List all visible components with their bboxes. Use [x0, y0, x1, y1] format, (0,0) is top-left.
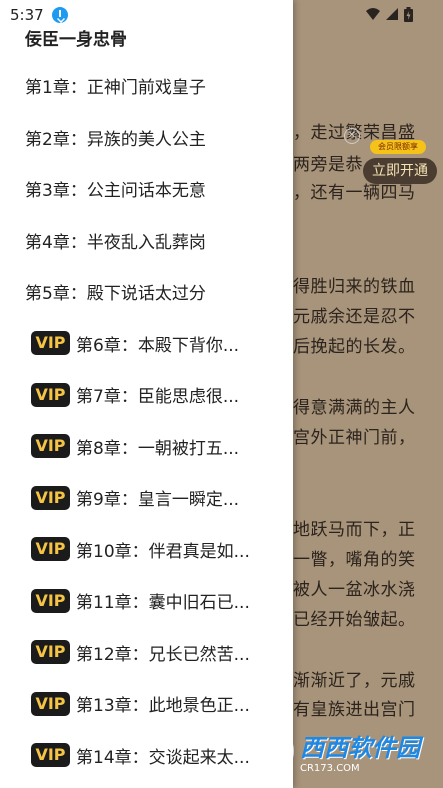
- chapter-list: 第1章：正神门前戏皇子 第2章：异族的美人公主 第3章：公主问话本无意 第4章：半夜乱…: [0, 60, 293, 781]
- reader-line: 有皇族进出宫门: [293, 700, 416, 720]
- chapter-label: 第5章：殿下说话太过分: [25, 284, 206, 305]
- vip-badge: VIP: [31, 537, 70, 562]
- chapter-label: 第7章：臣能思虑很...: [76, 387, 240, 408]
- chapter-item[interactable]: VIP 第8章：一朝被打五...: [0, 421, 293, 473]
- chapter-label: 第13章：此地景色正...: [76, 696, 250, 717]
- signal-icon: [386, 8, 398, 20]
- reader-line: 被人一盆冰水浇: [293, 580, 416, 600]
- vip-badge: VIP: [31, 743, 70, 768]
- status-icons: [293, 0, 443, 28]
- close-icon[interactable]: ✕: [344, 128, 360, 144]
- watermark-title: 西西软件园: [300, 734, 420, 762]
- reader-line: 已经开始皱起。: [293, 610, 416, 630]
- vip-badge: VIP: [31, 485, 70, 510]
- download-icon: [51, 7, 68, 23]
- wifi-icon: [366, 8, 380, 20]
- reader-line: 得意满满的主人: [293, 398, 416, 418]
- chapter-label: 第14章：交谈起来太...: [76, 747, 250, 768]
- reader-line: 地跃马而下，正: [293, 520, 416, 540]
- chapter-item[interactable]: VIP 第11章：囊中旧石已...: [0, 575, 293, 627]
- vip-badge: VIP: [31, 434, 70, 459]
- reader-line: 一瞥，嘴角的笑: [293, 550, 416, 570]
- chapter-item[interactable]: VIP 第13章：此地景色正...: [0, 678, 293, 730]
- chapter-item[interactable]: VIP 第12章：兄长已然苦...: [0, 627, 293, 679]
- chapter-item[interactable]: VIP 第6章：本殿下背你...: [0, 318, 293, 370]
- watermark-sub: CR173.COM: [300, 763, 360, 774]
- chapter-item[interactable]: VIP 第14章：交谈起来太...: [0, 730, 293, 782]
- chapter-label: 第9章：皇言一瞬定...: [76, 490, 240, 511]
- chapter-item[interactable]: 第1章：正神门前戏皇子: [0, 60, 293, 112]
- reader-line: 元戚余还是忍不: [293, 307, 416, 327]
- chapter-label: 第1章：正神门前戏皇子: [25, 78, 206, 99]
- status-bar-left: 5:37: [10, 4, 68, 26]
- chapter-item[interactable]: 第5章：殿下说话太过分: [0, 266, 293, 318]
- status-time: 5:37: [10, 6, 44, 24]
- reader-line: 两旁是恭: [293, 155, 363, 175]
- vip-badge: VIP: [31, 640, 70, 665]
- vip-badge: VIP: [31, 331, 70, 356]
- chapter-label: 第2章：异族的美人公主: [25, 129, 206, 150]
- chapter-label: 第8章：一朝被打五...: [76, 438, 240, 459]
- vip-badge: VIP: [31, 691, 70, 716]
- reader-line: 后挽起的长发。: [293, 337, 416, 357]
- chapter-label: 第11章：囊中旧石已...: [76, 593, 250, 614]
- vip-badge: VIP: [31, 382, 70, 407]
- book-title: 佞臣一身忠骨: [25, 30, 127, 50]
- chapter-label: 第4章：半夜乱入乱葬岗: [25, 232, 206, 253]
- chapter-label: 第12章：兄长已然苦...: [76, 644, 250, 665]
- chapter-item[interactable]: VIP 第10章：伴君真是如...: [0, 524, 293, 576]
- battery-icon: [404, 6, 413, 22]
- chapter-label: 第6章：本殿下背你...: [76, 335, 240, 356]
- reader-line: 渐渐近了，元戚: [293, 671, 416, 691]
- promo-tag: 会员限额享: [370, 140, 426, 154]
- chapter-drawer: 5:37 佞臣一身忠骨 第1章：正神门前戏皇子 第2章：异族的美人公主 第3章：公主…: [0, 0, 293, 788]
- vip-badge: VIP: [31, 588, 70, 613]
- chapter-item[interactable]: VIP 第9章：皇言一瞬定...: [0, 472, 293, 524]
- reader-line: 宫外正神门前，: [293, 428, 416, 448]
- chapter-item[interactable]: 第2章：异族的美人公主: [0, 112, 293, 164]
- chapter-item[interactable]: VIP 第7章：臣能思虑很...: [0, 369, 293, 421]
- reader-line: 得胜归来的铁血: [293, 277, 416, 297]
- chapter-item[interactable]: 第3章：公主问话本无意: [0, 163, 293, 215]
- chapter-item[interactable]: 第4章：半夜乱入乱葬岗: [0, 215, 293, 267]
- open-vip-button[interactable]: 立即开通: [363, 158, 437, 184]
- chapter-label: 第10章：伴君真是如...: [76, 541, 250, 562]
- chapter-label: 第3章：公主问话本无意: [25, 181, 206, 202]
